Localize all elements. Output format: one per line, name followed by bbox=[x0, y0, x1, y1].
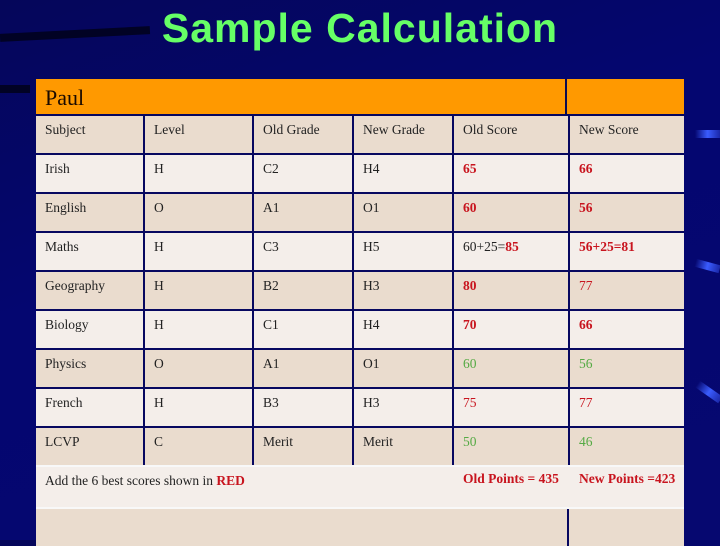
score-value: 65 bbox=[463, 161, 477, 176]
level-cell: O bbox=[145, 350, 254, 387]
student-name: Paul bbox=[36, 79, 567, 114]
old-grade-cell: A1 bbox=[254, 350, 354, 387]
new-grade-cell: O1 bbox=[354, 350, 454, 387]
new-grade-cell: Merit bbox=[354, 428, 454, 465]
new-score-cell: 77 bbox=[570, 389, 684, 426]
score-value: 56+25=81 bbox=[579, 239, 635, 254]
column-header: Old Score bbox=[454, 116, 570, 153]
level-cell: O bbox=[145, 194, 254, 231]
old-score-cell: 60 bbox=[454, 350, 570, 387]
old-score-cell: 80 bbox=[454, 272, 570, 309]
old-grade-cell: C2 bbox=[254, 155, 354, 192]
subject-cell: English bbox=[36, 194, 145, 231]
score-value: 70 bbox=[463, 317, 477, 332]
level-cell: H bbox=[145, 311, 254, 348]
score-value: 50 bbox=[463, 434, 477, 449]
note-highlight: RED bbox=[216, 473, 245, 488]
old-score-cell: 60+25=85 bbox=[454, 233, 570, 270]
decorative-streak bbox=[695, 130, 720, 138]
table-row: Physics O A1 O1 60 56 bbox=[36, 348, 684, 387]
score-value: 66 bbox=[579, 161, 593, 176]
score-value: 75 bbox=[463, 395, 477, 410]
decorative-streak bbox=[695, 380, 720, 404]
subject-cell: LCVP bbox=[36, 428, 145, 465]
footer-note: Add the 6 best scores shown in RED bbox=[36, 467, 454, 507]
level-cell: H bbox=[145, 272, 254, 309]
old-score-cell: 70 bbox=[454, 311, 570, 348]
old-points-total: Old Points = 435 bbox=[463, 471, 559, 486]
level-cell: H bbox=[145, 389, 254, 426]
new-grade-cell: H4 bbox=[354, 311, 454, 348]
new-points-total: New Points =423 bbox=[579, 471, 676, 486]
old-score-cell: 75 bbox=[454, 389, 570, 426]
footer-row: Add the 6 best scores shown in RED Old P… bbox=[36, 465, 684, 507]
new-score-cell: 77 bbox=[570, 272, 684, 309]
subject-cell: Geography bbox=[36, 272, 145, 309]
subject-cell: Irish bbox=[36, 155, 145, 192]
new-score-cell: 56 bbox=[570, 194, 684, 231]
column-header-row: Subject Level Old Grade New Grade Old Sc… bbox=[36, 114, 684, 153]
column-header: New Grade bbox=[354, 116, 454, 153]
table-row: French H B3 H3 75 77 bbox=[36, 387, 684, 426]
level-cell: C bbox=[145, 428, 254, 465]
score-value: 60 bbox=[463, 200, 477, 215]
score-value: 85 bbox=[505, 239, 519, 254]
column-header: New Score bbox=[579, 122, 639, 137]
new-score-cell: 56+25=81 bbox=[570, 233, 684, 270]
table-row: Maths H C3 H5 60+25=85 56+25=81 bbox=[36, 231, 684, 270]
table-row: Geography H B2 H3 80 77 bbox=[36, 270, 684, 309]
new-grade-cell: H5 bbox=[354, 233, 454, 270]
old-grade-cell: Merit bbox=[254, 428, 354, 465]
old-grade-cell: B2 bbox=[254, 272, 354, 309]
old-score-cell: 50 bbox=[454, 428, 570, 465]
decorative-streak bbox=[0, 85, 30, 93]
old-grade-cell: C1 bbox=[254, 311, 354, 348]
score-value: 60 bbox=[463, 356, 477, 371]
subject-cell: Maths bbox=[36, 233, 145, 270]
column-header: Level bbox=[145, 116, 254, 153]
column-header: Old Grade bbox=[254, 116, 354, 153]
subject-cell: French bbox=[36, 389, 145, 426]
subject-cell: Physics bbox=[36, 350, 145, 387]
old-grade-cell: B3 bbox=[254, 389, 354, 426]
score-value: 77 bbox=[579, 278, 593, 293]
column-header: Subject bbox=[36, 116, 145, 153]
score-value: 46 bbox=[579, 434, 593, 449]
grades-table: Paul Subject Level Old Grade New Grade O… bbox=[36, 79, 684, 546]
old-grade-cell: A1 bbox=[254, 194, 354, 231]
old-score-cell: 65 bbox=[454, 155, 570, 192]
score-value: 56 bbox=[579, 200, 593, 215]
table-row: LCVP C Merit Merit 50 46 bbox=[36, 426, 684, 465]
old-score-cell: 60 bbox=[454, 194, 570, 231]
old-grade-cell: C3 bbox=[254, 233, 354, 270]
new-grade-cell: H4 bbox=[354, 155, 454, 192]
new-score-cell: 66 bbox=[570, 311, 684, 348]
table-row: Biology H C1 H4 70 66 bbox=[36, 309, 684, 348]
score-value: 77 bbox=[579, 395, 593, 410]
new-score-cell: 66 bbox=[570, 155, 684, 192]
empty-row bbox=[36, 507, 684, 546]
score-prefix: 60+25= bbox=[463, 239, 506, 254]
score-value: 56 bbox=[579, 356, 593, 371]
score-value: 66 bbox=[579, 317, 593, 332]
score-value: 80 bbox=[463, 278, 477, 293]
slide-title: Sample Calculation bbox=[161, 5, 559, 51]
student-header: Paul bbox=[36, 79, 684, 114]
level-cell: H bbox=[145, 155, 254, 192]
table-row: English O A1 O1 60 56 bbox=[36, 192, 684, 231]
new-grade-cell: H3 bbox=[354, 389, 454, 426]
level-cell: H bbox=[145, 233, 254, 270]
new-score-cell: 46 bbox=[570, 428, 684, 465]
table-row: Irish H C2 H4 65 66 bbox=[36, 153, 684, 192]
note-text: Add the 6 best scores shown in bbox=[45, 473, 217, 488]
new-score-cell: 56 bbox=[570, 350, 684, 387]
new-grade-cell: O1 bbox=[354, 194, 454, 231]
subject-cell: Biology bbox=[36, 311, 145, 348]
decorative-streak bbox=[694, 258, 720, 274]
new-grade-cell: H3 bbox=[354, 272, 454, 309]
